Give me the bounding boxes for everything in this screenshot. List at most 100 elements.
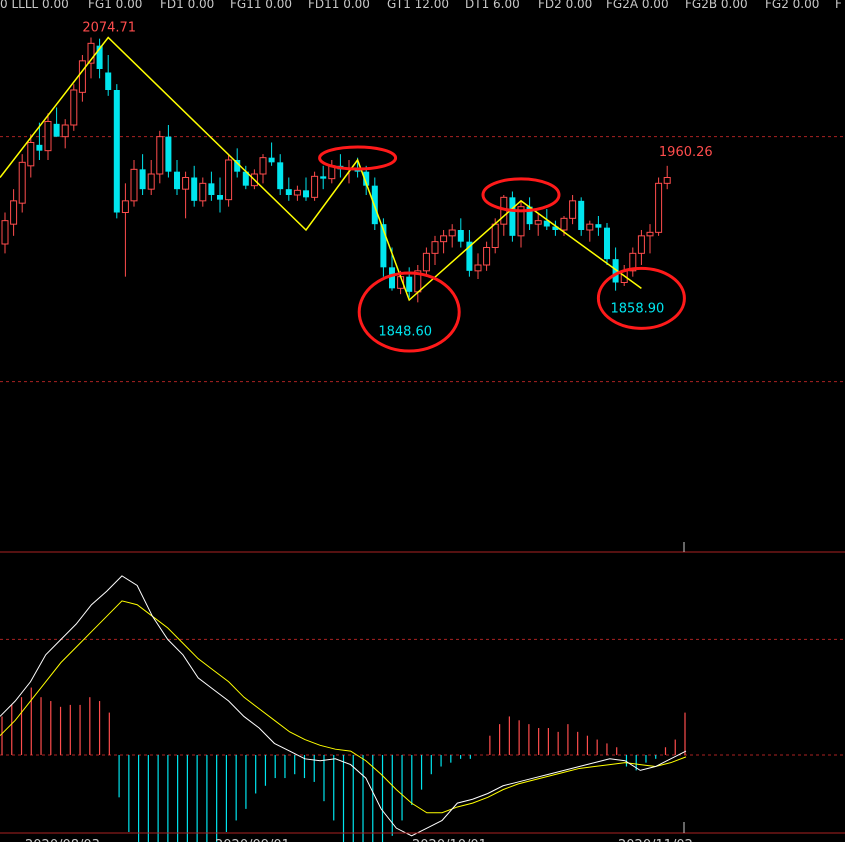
candle-body	[637, 235, 645, 254]
candle	[96, 38, 103, 79]
indicator-value: FD11 0.00	[308, 0, 370, 11]
candle	[285, 177, 292, 201]
candle	[268, 142, 275, 166]
candle-body	[53, 123, 60, 137]
candle-body	[509, 197, 516, 236]
indicator-value: FG2A 0.00	[606, 0, 669, 11]
candle-body	[604, 227, 610, 260]
candle	[646, 224, 654, 254]
candle-body	[569, 200, 577, 219]
candle-body	[1, 220, 9, 245]
candle	[526, 197, 533, 230]
indicator-value: F	[835, 0, 842, 11]
candle	[569, 195, 577, 225]
candle	[474, 253, 482, 279]
candle	[655, 177, 663, 236]
candle-body	[483, 247, 491, 266]
candle-body	[10, 200, 18, 225]
candle	[448, 224, 456, 248]
candle-body	[663, 177, 671, 184]
highlight-ellipse	[596, 266, 686, 330]
candle	[78, 55, 86, 102]
price-low-label: 1858.90	[611, 302, 665, 317]
indicator-value: 0 LLLL 0.00	[0, 0, 69, 11]
candle-body	[285, 189, 292, 195]
candle	[225, 154, 233, 207]
candle-body	[560, 217, 568, 231]
candle-body	[61, 124, 69, 138]
candle	[637, 230, 645, 265]
candle	[422, 247, 430, 277]
candle-body	[165, 136, 172, 172]
candle	[182, 171, 190, 219]
candle-body	[431, 241, 439, 254]
candle	[663, 165, 671, 190]
candle-body	[268, 157, 275, 163]
candle	[208, 171, 215, 201]
candle-body	[655, 182, 663, 233]
candle	[277, 154, 284, 195]
candle-body	[303, 190, 309, 198]
candle-body	[174, 171, 180, 190]
candle	[113, 84, 120, 219]
indicator-bar: 0 LLLL 0.00 FG1 0.00 FD1 0.00 FG11 0.00 FD11…	[0, 0, 845, 14]
price-high-label: 1960.26	[659, 145, 713, 160]
candle	[156, 130, 164, 184]
candle	[121, 183, 129, 277]
candle-body	[27, 142, 35, 167]
candle	[293, 185, 301, 201]
candle-body	[578, 200, 585, 230]
candle	[328, 160, 336, 184]
candle-body	[130, 168, 138, 202]
date-axis-label: 2020/11/02	[618, 838, 693, 842]
candle-body	[320, 176, 327, 179]
candle	[380, 218, 387, 277]
candle	[303, 177, 309, 201]
candle	[18, 154, 26, 213]
candle	[586, 220, 594, 242]
stock-chart[interactable]: 2074.711848.601858.901960.26 2020/08/032…	[0, 0, 845, 842]
candle	[217, 177, 223, 213]
candle	[165, 125, 172, 178]
candle-body	[259, 157, 267, 175]
candle-body	[208, 183, 215, 195]
macd-panel[interactable]	[0, 575, 845, 842]
candle	[105, 55, 112, 96]
candle	[53, 107, 60, 137]
candle	[174, 160, 180, 195]
candle-body	[182, 177, 190, 190]
candle-body	[139, 169, 146, 190]
candle-body	[217, 195, 223, 200]
candle	[70, 84, 78, 131]
candle-body	[191, 177, 198, 201]
indicator-value: FG11 0.00	[230, 0, 293, 11]
zigzag-line	[0, 36, 642, 302]
candle-body	[491, 223, 499, 249]
candle-body	[586, 223, 594, 231]
price-panel[interactable]: 2074.71 1848.60 1858.90 1960.26	[0, 21, 845, 383]
indicator-value: DT1 6.00	[465, 0, 520, 11]
candle-body	[121, 200, 129, 213]
candle	[61, 119, 69, 149]
indicator-value: FG2 0.00	[765, 0, 820, 11]
candle	[10, 189, 18, 236]
candle-body	[36, 144, 43, 151]
candle	[320, 165, 327, 190]
price-low-label: 1848.60	[378, 324, 432, 339]
candle-body	[311, 175, 319, 198]
candle-body	[105, 72, 112, 90]
candle	[466, 230, 473, 277]
candle	[578, 197, 585, 236]
candle-body	[389, 267, 395, 289]
candle-body	[156, 136, 164, 175]
candle	[130, 160, 138, 207]
candle	[604, 223, 610, 265]
candle	[431, 235, 439, 265]
candle	[483, 241, 491, 271]
candle	[44, 113, 52, 160]
candle-body	[70, 89, 78, 126]
indicator-value: FD2 0.00	[538, 0, 593, 11]
candle	[595, 216, 602, 236]
candle	[414, 265, 422, 303]
indicator-value: GT1 12.00	[387, 0, 450, 11]
